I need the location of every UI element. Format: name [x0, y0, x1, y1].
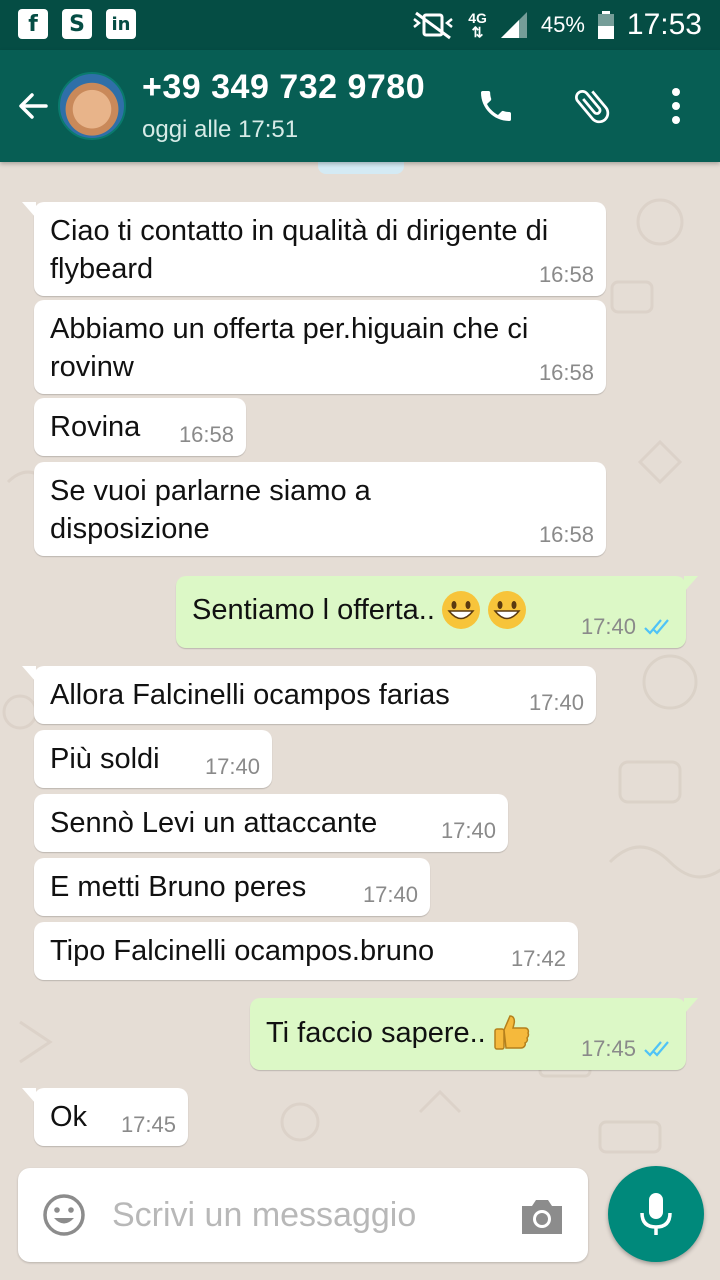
double-check-read-icon — [644, 619, 669, 635]
emoji-icon[interactable] — [42, 1193, 86, 1237]
status-bar: f S in 4G ⇅ 45% 17:53 — [0, 0, 720, 50]
skype-icon: S — [62, 9, 92, 39]
date-separator — [318, 162, 404, 174]
message-input[interactable] — [112, 1190, 502, 1240]
more-vert-icon — [672, 88, 680, 124]
message-incoming[interactable]: Ciao ti contatto in qualità di dirigente… — [22, 202, 606, 296]
message-meta: 17:40 — [441, 818, 496, 844]
overflow-menu-button[interactable] — [650, 80, 702, 132]
message-time: 17:42 — [510, 946, 566, 971]
message-meta: 17:40 — [205, 754, 260, 780]
message-time: 17:40 — [580, 614, 636, 639]
message-time: 17:45 — [120, 1112, 176, 1137]
battery-level: 45% — [540, 12, 585, 37]
network-type: 4G ⇅ — [468, 10, 487, 40]
paperclip-icon — [575, 90, 610, 124]
camera-icon[interactable] — [518, 1194, 566, 1238]
message-incoming[interactable]: Sennò Levi un attaccante 17:40 — [34, 794, 508, 852]
voice-record-button[interactable] — [608, 1166, 704, 1262]
battery-icon — [597, 11, 614, 39]
attach-button[interactable] — [566, 80, 618, 132]
message-time: 16:58 — [538, 360, 594, 385]
message-meta: 17:40 — [529, 690, 584, 716]
message-list[interactable]: Ciao ti contatto in qualità di dirigente… — [0, 162, 720, 1162]
message-time: 17:40 — [528, 690, 584, 715]
message-incoming[interactable]: Ok 17:45 — [22, 1088, 188, 1146]
message-outgoing[interactable]: Sentiamo l offerta.. 17:40 — [176, 576, 698, 648]
last-seen: oggi alle 17:51 — [142, 116, 299, 143]
message-time: 17:40 — [440, 818, 496, 843]
double-check-read-icon — [644, 1041, 669, 1057]
back-arrow-icon[interactable] — [12, 84, 56, 128]
grinning-face-icon — [441, 591, 480, 629]
message-incoming[interactable]: Allora Falcinelli ocampos farias 17:40 — [22, 666, 596, 724]
facebook-icon: f — [18, 9, 48, 39]
message-text: Tipo Falcinelli ocampos.bruno — [50, 935, 435, 967]
message-text: Allora Falcinelli ocampos farias — [50, 679, 450, 711]
message-time: 17:40 — [204, 754, 260, 779]
message-time: 17:40 — [362, 882, 418, 907]
phone-icon — [481, 91, 511, 121]
clock: 17:53 — [626, 8, 702, 41]
message-meta: 16:58 — [539, 522, 594, 548]
contact-name[interactable]: +39 349 732 9780 — [142, 68, 425, 107]
message-meta: 17:40 — [581, 614, 674, 640]
system-indicators: 4G ⇅ 45% 17:53 — [410, 0, 702, 50]
message-text: Abbiamo un offerta per.higuain che ci ro… — [50, 313, 529, 383]
message-time: 16:58 — [538, 522, 594, 547]
message-meta: 17:45 — [581, 1036, 674, 1062]
message-meta: 16:58 — [539, 262, 594, 288]
message-incoming[interactable]: Rovina 16:58 — [34, 398, 246, 456]
microphone-icon — [640, 1193, 672, 1235]
message-incoming[interactable]: Abbiamo un offerta per.higuain che ci ro… — [34, 300, 606, 394]
message-text: Ciao ti contatto in qualità di dirigente… — [50, 215, 549, 285]
message-text: E metti Bruno peres — [50, 871, 307, 903]
notification-icons: f S in — [18, 9, 136, 39]
message-time: 16:58 — [178, 422, 234, 447]
contact-avatar[interactable] — [58, 72, 126, 140]
vibrate-mute-icon — [413, 11, 453, 40]
message-time: 17:45 — [580, 1036, 636, 1061]
message-composer — [18, 1168, 588, 1262]
signal-icon — [500, 12, 527, 38]
call-button[interactable] — [470, 80, 522, 132]
message-incoming[interactable]: Tipo Falcinelli ocampos.bruno 17:42 — [34, 922, 578, 980]
message-meta: 17:40 — [363, 882, 418, 908]
message-text: Sennò Levi un attaccante — [50, 807, 378, 839]
message-incoming[interactable]: Se vuoi parlarne siamo a disposizione 16… — [34, 462, 606, 556]
message-text: Se vuoi parlarne siamo a disposizione — [50, 475, 371, 545]
message-incoming[interactable]: Più soldi 17:40 — [34, 730, 272, 788]
grinning-face-icon — [487, 591, 526, 629]
message-meta: 17:42 — [511, 946, 566, 972]
message-meta: 16:58 — [179, 422, 234, 448]
message-meta: 16:58 — [539, 360, 594, 386]
linkedin-icon: in — [106, 9, 136, 39]
message-incoming[interactable]: E metti Bruno peres 17:40 — [34, 858, 430, 916]
chat-header: +39 349 732 9780 oggi alle 17:51 — [0, 50, 720, 162]
thumbs-up-icon — [494, 1015, 529, 1050]
message-time: 16:58 — [538, 262, 594, 287]
message-outgoing[interactable]: Ti faccio sapere.. 17:45 — [250, 998, 698, 1070]
message-meta: 17:45 — [121, 1112, 176, 1138]
